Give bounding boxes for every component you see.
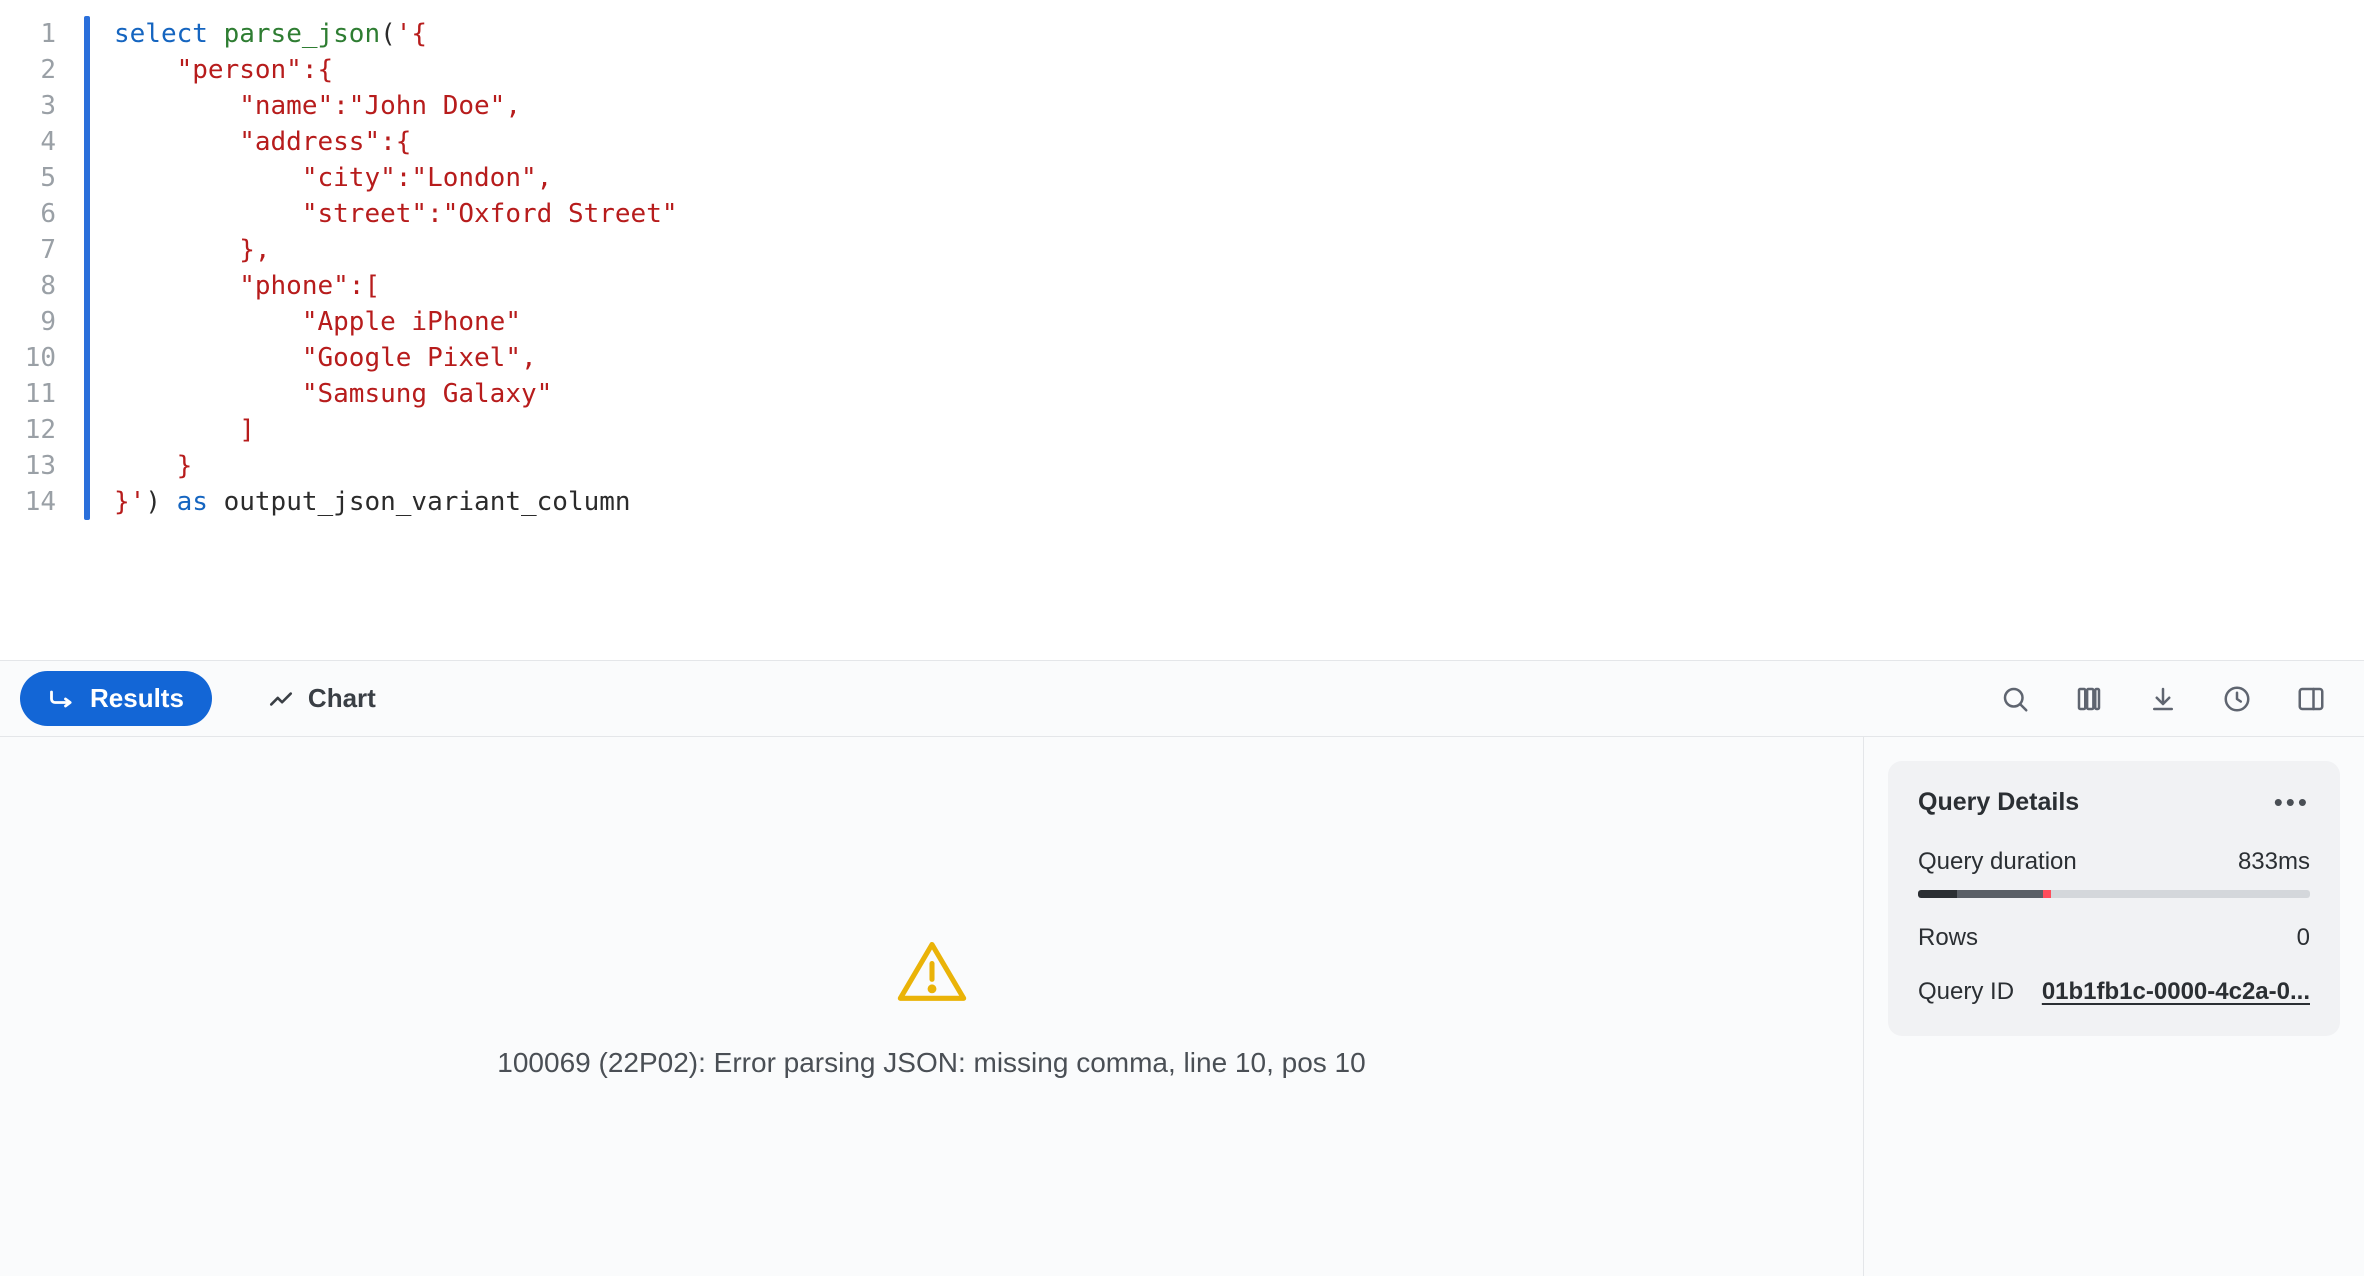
code-editor[interactable]: 1234567891011121314 select parse_json('{…	[0, 0, 2364, 660]
code-content[interactable]: select parse_json('{ "person":{ "name":"…	[90, 16, 2364, 520]
tab-chart[interactable]: Chart	[240, 671, 404, 726]
query-details-panel: Query Details ••• Query duration 833ms R…	[1864, 737, 2364, 1276]
search-icon[interactable]	[2000, 684, 2030, 714]
columns-icon[interactable]	[2074, 684, 2104, 714]
duration-label: Query duration	[1918, 848, 2077, 876]
query-id-value[interactable]: 01b1fb1c-0000-4c2a-0...	[2042, 978, 2310, 1006]
tab-results-label: Results	[90, 683, 184, 714]
clock-icon[interactable]	[2222, 684, 2252, 714]
line-number-gutter: 1234567891011121314	[0, 16, 84, 520]
download-icon[interactable]	[2148, 684, 2178, 714]
warning-icon	[894, 935, 970, 1011]
query-id-label: Query ID	[1918, 978, 2014, 1006]
panel-right-icon[interactable]	[2296, 684, 2326, 714]
error-message: 100069 (22P02): Error parsing JSON: miss…	[497, 1047, 1365, 1079]
rows-value: 0	[2297, 924, 2310, 952]
tab-results[interactable]: Results	[20, 671, 212, 726]
more-icon[interactable]: •••	[2274, 787, 2310, 818]
tab-chart-label: Chart	[308, 683, 376, 714]
results-tabbar: Results Chart	[0, 660, 2364, 737]
results-area: 100069 (22P02): Error parsing JSON: miss…	[0, 737, 2364, 1276]
active-line-bar	[84, 16, 90, 520]
rows-label: Rows	[1918, 924, 1978, 952]
results-arrow-icon	[48, 685, 76, 713]
query-details-title: Query Details	[1918, 788, 2079, 817]
chart-icon	[268, 686, 294, 712]
duration-progress	[1918, 890, 2310, 898]
duration-value: 833ms	[2238, 848, 2310, 876]
error-pane: 100069 (22P02): Error parsing JSON: miss…	[0, 737, 1864, 1276]
